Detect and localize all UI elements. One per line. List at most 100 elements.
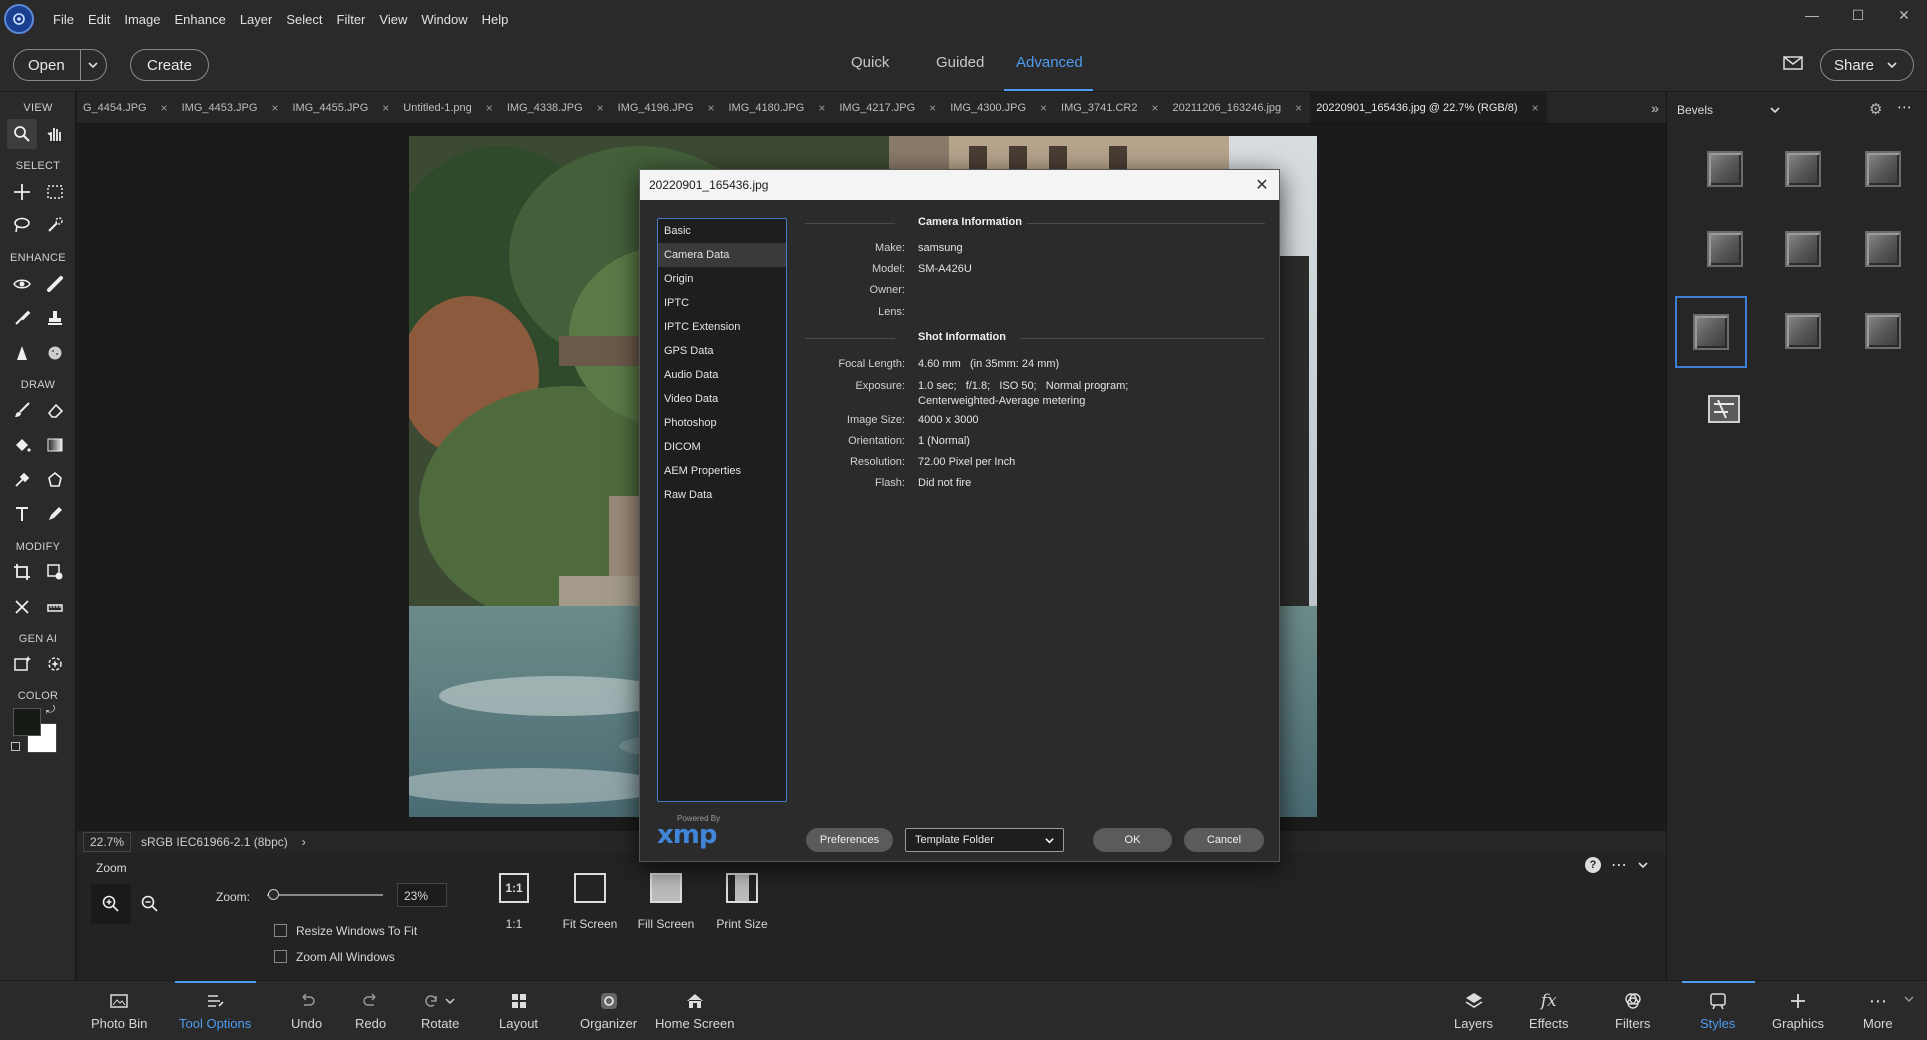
bevel-style-10[interactable]: [1696, 380, 1754, 438]
menu-filter[interactable]: Filter: [330, 12, 373, 27]
doc-tab[interactable]: IMG_4196.JPG ×: [612, 92, 723, 123]
open-button[interactable]: Open: [13, 49, 107, 81]
doc-tab[interactable]: IMG_4453.JPG ×: [176, 92, 287, 123]
close-icon[interactable]: ×: [818, 101, 825, 115]
doc-tab[interactable]: IMG_4180.JPG ×: [723, 92, 834, 123]
style-category-select[interactable]: Bevels: [1677, 103, 1713, 117]
mode-guided[interactable]: Guided: [936, 54, 984, 71]
bevel-style-3[interactable]: [1854, 140, 1912, 198]
bevel-style-7[interactable]: [1675, 296, 1747, 368]
zoom-slider-knob[interactable]: [267, 889, 279, 900]
bevel-style-2[interactable]: [1774, 140, 1832, 198]
doc-tab[interactable]: IMG_4455.JPG ×: [286, 92, 397, 123]
eraser-tool-icon[interactable]: [40, 395, 70, 425]
close-icon[interactable]: ×: [929, 101, 936, 115]
help-icon[interactable]: ?: [1585, 857, 1601, 873]
quick-selection-tool-icon[interactable]: [40, 210, 70, 240]
chevron-right-icon[interactable]: ›: [302, 835, 306, 849]
fill-screen-icon[interactable]: [650, 873, 682, 903]
mode-quick[interactable]: Quick: [851, 54, 889, 71]
bevel-style-8[interactable]: [1774, 302, 1832, 360]
bevel-style-6[interactable]: [1854, 220, 1912, 278]
bevel-style-4[interactable]: [1696, 220, 1754, 278]
fit-screen-button[interactable]: Fit Screen: [555, 917, 625, 931]
share-button[interactable]: Share: [1820, 49, 1914, 81]
zoom-in-icon[interactable]: [91, 884, 131, 924]
effects-button[interactable]: fx Effects: [1529, 989, 1569, 1031]
minimize-icon[interactable]: —: [1789, 0, 1835, 30]
close-icon[interactable]: ×: [1040, 101, 1047, 115]
lasso-tool-icon[interactable]: [7, 210, 37, 240]
menu-select[interactable]: Select: [279, 12, 329, 27]
resize-windows-checkbox[interactable]: [274, 924, 287, 937]
category-origin[interactable]: Origin: [658, 267, 786, 291]
hand-tool-icon[interactable]: [40, 119, 70, 149]
zoom-all-windows-checkbox[interactable]: [274, 950, 287, 963]
rotate-button[interactable]: Rotate: [421, 989, 459, 1031]
cancel-button[interactable]: Cancel: [1184, 828, 1264, 852]
close-icon[interactable]: ×: [486, 101, 493, 115]
zoom-readout[interactable]: 22.7%: [83, 832, 132, 852]
more-options-icon[interactable]: ⋯: [1611, 855, 1627, 875]
close-icon[interactable]: ×: [1532, 101, 1539, 115]
menu-help[interactable]: Help: [475, 12, 516, 27]
zoom-tool-icon[interactable]: [7, 119, 37, 149]
paint-bucket-tool-icon[interactable]: [7, 430, 37, 460]
sharpen-tool-icon[interactable]: [7, 338, 37, 368]
smart-brush-tool-icon[interactable]: [7, 303, 37, 333]
menu-window[interactable]: Window: [414, 12, 474, 27]
close-icon[interactable]: ×: [271, 101, 278, 115]
menu-enhance[interactable]: Enhance: [168, 12, 233, 27]
marquee-tool-icon[interactable]: [40, 177, 70, 207]
close-icon[interactable]: ×: [1295, 101, 1302, 115]
photo-bin-button[interactable]: Photo Bin: [91, 989, 147, 1031]
generative-remove-tool-icon[interactable]: [40, 649, 70, 679]
custom-shape-tool-icon[interactable]: [40, 465, 70, 495]
menu-file[interactable]: File: [46, 12, 81, 27]
close-window-icon[interactable]: ✕: [1881, 0, 1927, 30]
type-tool-icon[interactable]: [7, 499, 37, 529]
bevel-style-9[interactable]: [1854, 302, 1912, 360]
doc-tab-active[interactable]: 20220901_165436.jpg @ 22.7% (RGB/8) ×: [1310, 92, 1547, 123]
category-iptc-extension[interactable]: IPTC Extension: [658, 315, 786, 339]
category-iptc[interactable]: IPTC: [658, 291, 786, 315]
close-icon[interactable]: ×: [707, 101, 714, 115]
chevron-down-icon[interactable]: [80, 49, 99, 81]
print-size-button[interactable]: Print Size: [705, 917, 779, 931]
actual-size-icon[interactable]: 1:1: [499, 873, 529, 903]
category-video-data[interactable]: Video Data: [658, 387, 786, 411]
preferences-button[interactable]: Preferences: [806, 828, 893, 852]
close-icon[interactable]: ×: [161, 101, 168, 115]
doc-tab[interactable]: Untitled-1.png ×: [397, 92, 501, 123]
doc-tab[interactable]: IMG_4300.JPG ×: [944, 92, 1055, 123]
doc-tab[interactable]: 20211206_163246.jpg ×: [1166, 92, 1310, 123]
styles-button[interactable]: Styles: [1700, 989, 1735, 1031]
close-icon[interactable]: ×: [597, 101, 604, 115]
maximize-icon[interactable]: ☐: [1835, 0, 1881, 30]
organizer-button[interactable]: Organizer: [580, 989, 637, 1031]
menu-image[interactable]: Image: [117, 12, 167, 27]
more-tabs-icon[interactable]: »: [1644, 92, 1666, 124]
category-raw-data[interactable]: Raw Data: [658, 483, 786, 507]
doc-tab[interactable]: IMG_4338.JPG ×: [501, 92, 612, 123]
straighten-tool-icon[interactable]: [40, 592, 70, 622]
create-button[interactable]: Create: [130, 49, 209, 81]
brush-tool-icon[interactable]: [7, 395, 37, 425]
layers-button[interactable]: Layers: [1454, 989, 1493, 1031]
recompose-tool-icon[interactable]: [40, 557, 70, 587]
category-dicom[interactable]: DICOM: [658, 435, 786, 459]
redo-button[interactable]: Redo: [355, 989, 386, 1031]
bevel-style-5[interactable]: [1774, 220, 1832, 278]
undo-button[interactable]: Undo: [291, 989, 322, 1031]
close-icon[interactable]: ✕: [1251, 174, 1273, 196]
zoom-out-icon[interactable]: [141, 895, 159, 913]
ok-button[interactable]: OK: [1093, 828, 1172, 852]
eyedropper-tool-icon[interactable]: [7, 465, 37, 495]
spot-healing-tool-icon[interactable]: [40, 269, 70, 299]
pencil-tool-icon[interactable]: [40, 499, 70, 529]
menu-edit[interactable]: Edit: [81, 12, 117, 27]
chevron-down-icon[interactable]: [1903, 993, 1915, 1005]
actual-size-button[interactable]: 1:1: [498, 917, 530, 931]
close-icon[interactable]: ×: [382, 101, 389, 115]
doc-tab[interactable]: IMG_3741.CR2 ×: [1055, 92, 1166, 123]
